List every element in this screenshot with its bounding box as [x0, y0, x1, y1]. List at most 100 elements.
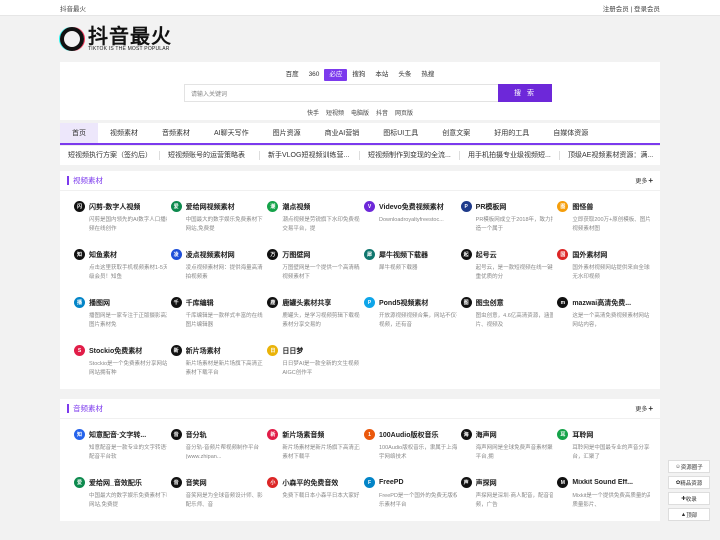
site-name[interactable]: 新片场素材 — [186, 346, 221, 356]
site-card[interactable]: 爱爱给网视频素材 中国最大的数字娱乐免费素材下载网站,免费提 — [167, 197, 263, 245]
site-card[interactable]: P PR模板网 PR模板网成立于2018年，致力打造一个属于 — [457, 197, 553, 245]
site-name[interactable]: 小森平的免费音效 — [282, 478, 338, 488]
logo[interactable]: 抖音最火 TIKTOK IS THE MOST POPULAR — [60, 26, 172, 52]
site-card[interactable]: 知知意配音·文字转... 知意配音是一款专业的文字转语音配音平台软 — [70, 425, 167, 473]
site-name[interactable]: 100Audio版权音乐 — [379, 430, 439, 440]
site-name[interactable]: 国外素材网 — [572, 250, 607, 260]
hot-keyword-link[interactable]: 网页版 — [395, 108, 413, 117]
site-name[interactable]: 闪剪-数字人视频 — [89, 202, 140, 212]
hot-keyword-link[interactable]: 短视频 — [326, 108, 344, 117]
nav-item[interactable]: 商业AI营销 — [313, 123, 372, 143]
site-name[interactable]: 新片场素音频 — [282, 430, 324, 440]
site-card[interactable]: S Stockio免费素材 Stockio是一个免费素材分享网站，网站拥有种 — [70, 341, 167, 389]
site-card[interactable]: 播播图网 播图网是一家专注于正版摄影高清图片素材免 — [70, 293, 167, 341]
site-card[interactable]: 鹿鹿罐头素材共享 鹿罐头，是学习视频剪辑下载视频素材分享交易的 — [263, 293, 360, 341]
nav-item[interactable]: 图片资源 — [261, 123, 313, 143]
site-name[interactable]: 犀牛视频下载器 — [379, 250, 428, 260]
site-card[interactable]: M Mixkit Sound Eff... Mixkit是一个提供免费高质量的高质量… — [553, 473, 650, 521]
site-card[interactable]: 声声探网 声探网是深圳·商人配音，配音音频，广告 — [457, 473, 553, 521]
site-name[interactable]: 千库编辑 — [186, 298, 214, 308]
site-name[interactable]: 爱给网_音效配乐 — [89, 478, 142, 488]
search-engine-tab[interactable]: 热搜 — [416, 69, 439, 81]
site-name[interactable]: Stockio免费素材 — [89, 346, 142, 356]
search-engine-tab[interactable]: 搜狗 — [347, 69, 370, 81]
site-card[interactable]: 爱爱给网_音效配乐 中国最大的数字娱乐免费素材下载网站,免费提 — [70, 473, 167, 521]
site-card[interactable]: 海海声网 海声网网是全球免费声音素材聚合平台,拥 — [457, 425, 553, 473]
ticker-link[interactable]: 短视频账号的运营策略表 — [160, 151, 260, 160]
site-card[interactable]: 新新片场素材 新片场素材是新片场旗下高清正版素材下载平台 — [167, 341, 263, 389]
hot-keyword-link[interactable]: 电脑版 — [351, 108, 369, 117]
site-card[interactable]: P Pond5视频素材 开放源视频视频合集，网站不仅有视频，还有音 — [360, 293, 457, 341]
site-card[interactable]: m mazwai高清免费... 这是一个高清免费视频素材网站，网站内容， — [553, 293, 650, 341]
site-card[interactable]: 音音笑网 音笑网是为全球音频设计师、影视配乐师、音 — [167, 473, 263, 521]
nav-item[interactable]: 好用的工具 — [482, 123, 541, 143]
search-button[interactable]: 搜 索 — [498, 84, 552, 102]
site-card[interactable]: V Videvo免费视频素材 Downloadroyaltyfreestoc... — [360, 197, 457, 245]
site-name[interactable]: 日日梦 — [282, 346, 303, 356]
ticker-link[interactable]: 短视频执行方案（签约后） — [60, 151, 160, 160]
site-name[interactable]: PR模板网 — [476, 202, 507, 212]
site-card[interactable]: 犀犀牛视频下载器 犀牛视频下载器 — [360, 245, 457, 293]
nav-item[interactable]: 首页 — [60, 123, 98, 145]
ticker-link[interactable]: 用手机拍摄专业级视频短... — [460, 151, 560, 160]
site-name[interactable]: FreePD — [379, 479, 404, 486]
member-links[interactable]: 注册会员 | 登录会员 — [603, 3, 660, 13]
site-card[interactable]: 图图虫创意 图虫创意，4.6亿高清资源，涵盖图片、视频及 — [457, 293, 553, 341]
site-card[interactable]: 日日日梦 日日梦AI是一款全新的文生视频AIGC创作平 — [263, 341, 360, 389]
search-input[interactable]: 请输入关键词 — [184, 84, 498, 102]
nav-item[interactable]: 图标UI工具 — [371, 123, 430, 143]
site-name[interactable]: 爱给网视频素材 — [186, 202, 235, 212]
search-engine-tab[interactable]: 头条 — [393, 69, 416, 81]
search-engine-tab[interactable]: 本站 — [370, 69, 393, 81]
side-button[interactable]: ✚ 收录 — [668, 492, 710, 505]
site-card[interactable]: 起起号云 起号云，是一款短视频在线一键去重优质的分 — [457, 245, 553, 293]
site-name[interactable]: 凌点视频素材网 — [186, 250, 235, 260]
site-card[interactable]: 图图怪兽 立即获取200万+原创模板、图片、视频素材图 — [553, 197, 650, 245]
site-name[interactable]: 音笑网 — [186, 478, 207, 488]
site-name[interactable]: 知意配音·文字转... — [89, 430, 146, 440]
nav-item[interactable]: 自媒体资源 — [541, 123, 600, 143]
site-card[interactable]: 国国外素材网 国外素材视频网站提供来自全球的无水印视频 — [553, 245, 650, 293]
site-name[interactable]: Pond5视频素材 — [379, 298, 428, 308]
site-card[interactable]: 闪闪剪-数字人视频 闪剪是国内领先的AI数字人口播视频在线创作 — [70, 197, 167, 245]
site-name[interactable]: 知鱼素材 — [89, 250, 117, 260]
site-card[interactable]: 万万图壁网 万图壁网是一个提供一个高清精品视频素材下 — [263, 245, 360, 293]
site-name[interactable]: 万图壁网 — [282, 250, 310, 260]
site-name[interactable]: 播图网 — [89, 298, 110, 308]
more-link[interactable]: 更多+ — [635, 404, 653, 413]
site-card[interactable]: 凌凌点视频素材网 凌点视频素材网：提供海量高清实拍视频素 — [167, 245, 263, 293]
site-name[interactable]: 声探网 — [476, 478, 497, 488]
side-button[interactable]: ▲ 顶部 — [668, 508, 710, 521]
site-card[interactable]: F FreePD FreePD是一个国外的免费无版权音乐素材平台 — [360, 473, 457, 521]
site-card[interactable]: 新新片场素音频 新片场素材是新片场旗下高清正版素材下载平 — [263, 425, 360, 473]
site-name[interactable]: 抖音最火 — [60, 3, 86, 13]
site-name[interactable]: 潮点视频 — [282, 202, 310, 212]
site-card[interactable]: 小小森平的免费音效 免费下载日本小森平日本大家好 — [263, 473, 360, 521]
site-card[interactable]: 音音分轨 音分轨-音频片帮视频制作平台(www.zhipan... — [167, 425, 264, 473]
nav-item[interactable]: 创意文案 — [430, 123, 482, 143]
site-card[interactable]: 知知鱼素材 点击这里获取手机视频素材1-5天超级会员！知鱼 — [70, 245, 167, 293]
hot-keyword-link[interactable]: 抖音 — [376, 108, 388, 117]
site-card[interactable]: 千千库编辑 千库编辑是一款样式丰富的在线ps图片编辑器 — [167, 293, 263, 341]
site-card[interactable]: 耳耳聆网 耳聆网是中国最专业的声音分享平台，汇聚了 — [553, 425, 650, 473]
nav-item[interactable]: AI聊天写作 — [202, 123, 261, 143]
search-engine-tab[interactable]: 360 — [304, 69, 325, 81]
site-name[interactable]: 音分轨 — [186, 430, 207, 440]
site-name[interactable]: 图虫创意 — [476, 298, 504, 308]
ticker-link[interactable]: 顶级AE视频素材资源：满... — [560, 151, 660, 160]
site-card[interactable]: 1 100Audio版权音乐 100Audio版权音乐，隶属于上海大宇网络技术 — [360, 425, 457, 473]
nav-item[interactable]: 视频素材 — [98, 123, 150, 143]
site-name[interactable]: 海声网 — [476, 430, 497, 440]
site-name[interactable]: 耳聆网 — [572, 430, 593, 440]
site-name[interactable]: 鹿罐头素材共享 — [282, 298, 331, 308]
site-name[interactable]: mazwai高清免费... — [572, 298, 631, 308]
side-button[interactable]: ☺ 资源圈子 — [668, 460, 710, 473]
search-engine-tab[interactable]: 百度 — [281, 69, 304, 81]
nav-item[interactable]: 音频素材 — [150, 123, 202, 143]
side-button[interactable]: ✿ 精品资源 — [668, 476, 710, 489]
site-name[interactable]: Videvo免费视频素材 — [379, 202, 444, 212]
more-link[interactable]: 更多+ — [635, 176, 653, 185]
ticker-link[interactable]: 新手VLOG短视频训练营... — [260, 151, 360, 160]
site-name[interactable]: Mixkit Sound Eff... — [572, 479, 633, 486]
site-name[interactable]: 图怪兽 — [572, 202, 593, 212]
